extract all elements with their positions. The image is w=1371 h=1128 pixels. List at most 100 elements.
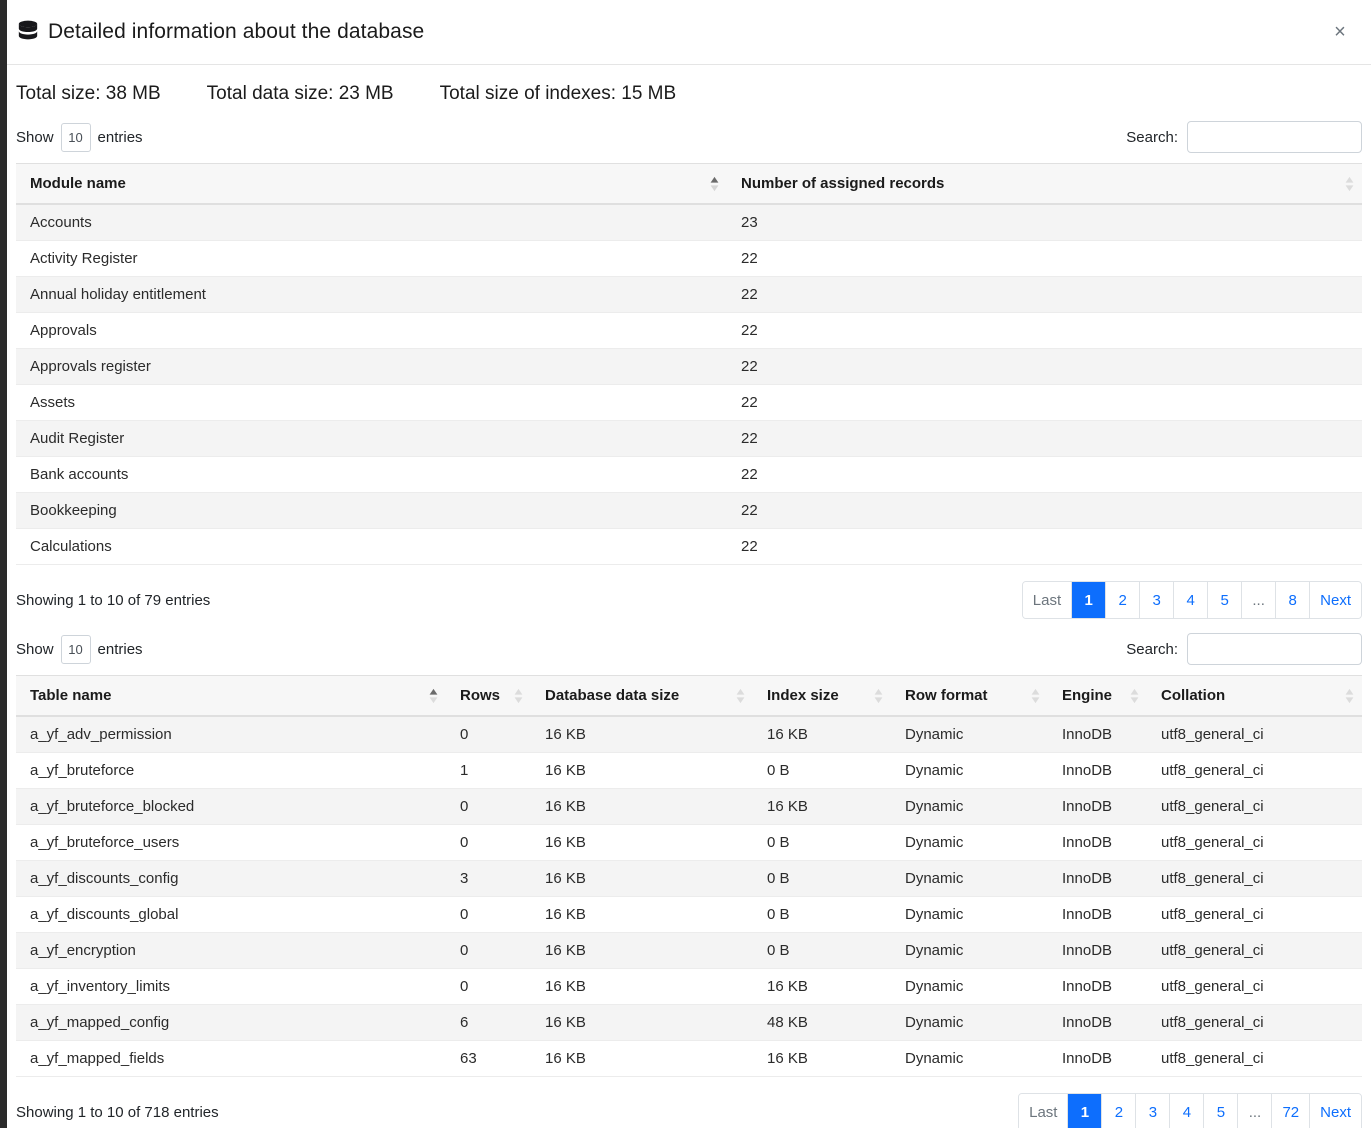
column-header-database-data-size[interactable]: Database data size [531,675,753,717]
page-link-5[interactable]: 5 [1204,1094,1239,1128]
modules-pagination[interactable]: Last 1 2 3 4 5... 8 Next [1021,581,1362,619]
page-link-72[interactable]: 72 [1272,1094,1311,1128]
page-link-next[interactable]: Next [1310,1094,1361,1128]
tables-table-controls: Show 10 entries Search: [16,627,1362,675]
column-header-index-size[interactable]: Index size [753,675,891,717]
table-row[interactable]: a_yf_bruteforce_blocked 0 16 KB 16 KB Dynami… [16,788,1362,825]
table-row[interactable]: Bookkeeping 22 [16,492,1362,529]
page-link-2[interactable]: 2 [1102,1094,1137,1128]
data-size-cell: 16 KB [531,716,753,753]
sort-ascending-icon [429,688,438,703]
data-size-cell: 16 KB [531,1040,753,1077]
table-row[interactable]: a_yf_discounts_global 0 16 KB 0 B Dynamic Inn… [16,896,1362,933]
table-name-cell: a_yf_mapped_config [16,1004,446,1041]
assigned-records-cell: 22 [727,384,1362,421]
page-link-1[interactable]: 1 [1068,1094,1103,1128]
page-link-5[interactable]: 5 [1208,582,1243,618]
page-link-4[interactable]: 4 [1170,1094,1205,1128]
page-link-3[interactable]: 3 [1136,1094,1171,1128]
column-label: Row format [905,687,988,704]
page-link-next[interactable]: Next [1310,582,1361,618]
table-name-cell: a_yf_bruteforce [16,752,446,789]
column-header-row-format[interactable]: Row format [891,675,1048,717]
page-title: Detailed information about the database [48,20,425,43]
row-format-cell: Dynamic [891,968,1048,1005]
table-row[interactable]: a_yf_bruteforce_users 0 16 KB 0 B Dynamic Inn… [16,824,1362,861]
modules-table-header-row: Module name Number of assigned records [16,163,1362,205]
table-row[interactable]: Accounts 23 [16,204,1362,241]
collation-cell: utf8_general_ci [1147,716,1362,753]
column-header-engine[interactable]: Engine [1048,675,1147,717]
data-size-cell: 16 KB [531,860,753,897]
column-header-assigned-records[interactable]: Number of assigned records [727,163,1362,205]
column-header-rows[interactable]: Rows [446,675,531,717]
table-row[interactable]: Calculations 22 [16,528,1362,565]
table-row[interactable]: a_yf_mapped_config 6 16 KB 48 KB Dynamic Inno… [16,1004,1362,1041]
module-name-cell: Approvals [16,312,727,349]
modules-datatable: Show 10 entries Search: Module name Numb… [7,115,1371,627]
tables-pagination[interactable]: Last 1 2 3 4 5... 72 Next [1018,1093,1362,1128]
collation-cell: utf8_general_ci [1147,788,1362,825]
assigned-records-cell: 22 [727,348,1362,385]
modal-header: Detailed information about the database … [7,0,1371,65]
entries-label: entries [97,128,143,146]
page-link-3[interactable]: 3 [1140,582,1175,618]
modules-search-input[interactable] [1187,121,1362,153]
row-format-cell: Dynamic [891,932,1048,969]
column-header-table-name[interactable]: Table name [16,675,446,717]
engine-cell: InnoDB [1048,896,1147,933]
data-size-cell: 16 KB [531,1004,753,1041]
collation-cell: utf8_general_ci [1147,824,1362,861]
table-row[interactable]: Approvals register 22 [16,348,1362,385]
tables-search-input[interactable] [1187,633,1362,665]
engine-cell: InnoDB [1048,788,1147,825]
collation-cell: utf8_general_ci [1147,932,1362,969]
rows-cell: 0 [446,932,531,969]
table-name-cell: a_yf_bruteforce_users [16,824,446,861]
table-name-cell: a_yf_encryption [16,932,446,969]
page-link-ellipsisellipsisellipsis: ... [1238,1094,1273,1128]
assigned-records-cell: 22 [727,312,1362,349]
table-name-cell: a_yf_discounts_config [16,860,446,897]
modules-entries-select[interactable]: 10 [60,122,91,152]
page-link-8[interactable]: 8 [1276,582,1311,618]
database-icon [18,20,38,40]
page-link-2[interactable]: 2 [1106,582,1141,618]
table-row[interactable]: a_yf_encryption 0 16 KB 0 B Dynamic InnoDB utf… [16,932,1362,969]
engine-cell: InnoDB [1048,860,1147,897]
modules-table-controls: Show 10 entries Search: [16,115,1362,163]
engine-cell: InnoDB [1048,1040,1147,1077]
column-header-module-name[interactable]: Module name [16,163,727,205]
table-row[interactable]: a_yf_inventory_limits 0 16 KB 16 KB Dynamic I… [16,968,1362,1005]
rows-cell: 63 [446,1040,531,1077]
table-row[interactable]: Bank accounts 22 [16,456,1362,493]
column-label: Number of assigned records [741,175,945,192]
show-label: Show [16,128,54,146]
tables-length-control: Show 10 entries [16,634,143,664]
table-row[interactable]: Audit Register 22 [16,420,1362,457]
tables-showing-info: Showing 1 to 10 of 718 entries [16,1103,219,1121]
table-row[interactable]: Activity Register 22 [16,240,1362,277]
table-name-cell: a_yf_adv_permission [16,716,446,753]
table-row[interactable]: Approvals 22 [16,312,1362,349]
page-link-4[interactable]: 4 [1174,582,1209,618]
table-row[interactable]: a_yf_discounts_config 3 16 KB 0 B Dynamic Inn… [16,860,1362,897]
sort-none-icon [514,688,523,703]
table-row[interactable]: Annual holiday entitlement 22 [16,276,1362,313]
sort-none-icon [1130,688,1139,703]
column-label: Index size [767,687,839,704]
table-row[interactable]: a_yf_adv_permission 0 16 KB 16 KB Dynamic Inn… [16,716,1362,753]
tables-entries-select[interactable]: 10 [60,634,91,664]
tables-search-control: Search: [1126,633,1362,665]
table-row[interactable]: a_yf_mapped_fields 63 16 KB 16 KB Dynamic Inn… [16,1040,1362,1077]
page-link-1[interactable]: 1 [1072,582,1107,618]
module-name-cell: Bookkeeping [16,492,727,529]
column-header-collation[interactable]: Collation [1147,675,1362,717]
close-icon[interactable]: × [1326,18,1354,46]
column-label: Database data size [545,687,680,704]
table-row[interactable]: Assets 22 [16,384,1362,421]
assigned-records-cell: 22 [727,420,1362,457]
module-name-cell: Activity Register [16,240,727,277]
table-row[interactable]: a_yf_bruteforce 1 16 KB 0 B Dynamic InnoDB utf… [16,752,1362,789]
index-size-cell: 16 KB [753,968,891,1005]
